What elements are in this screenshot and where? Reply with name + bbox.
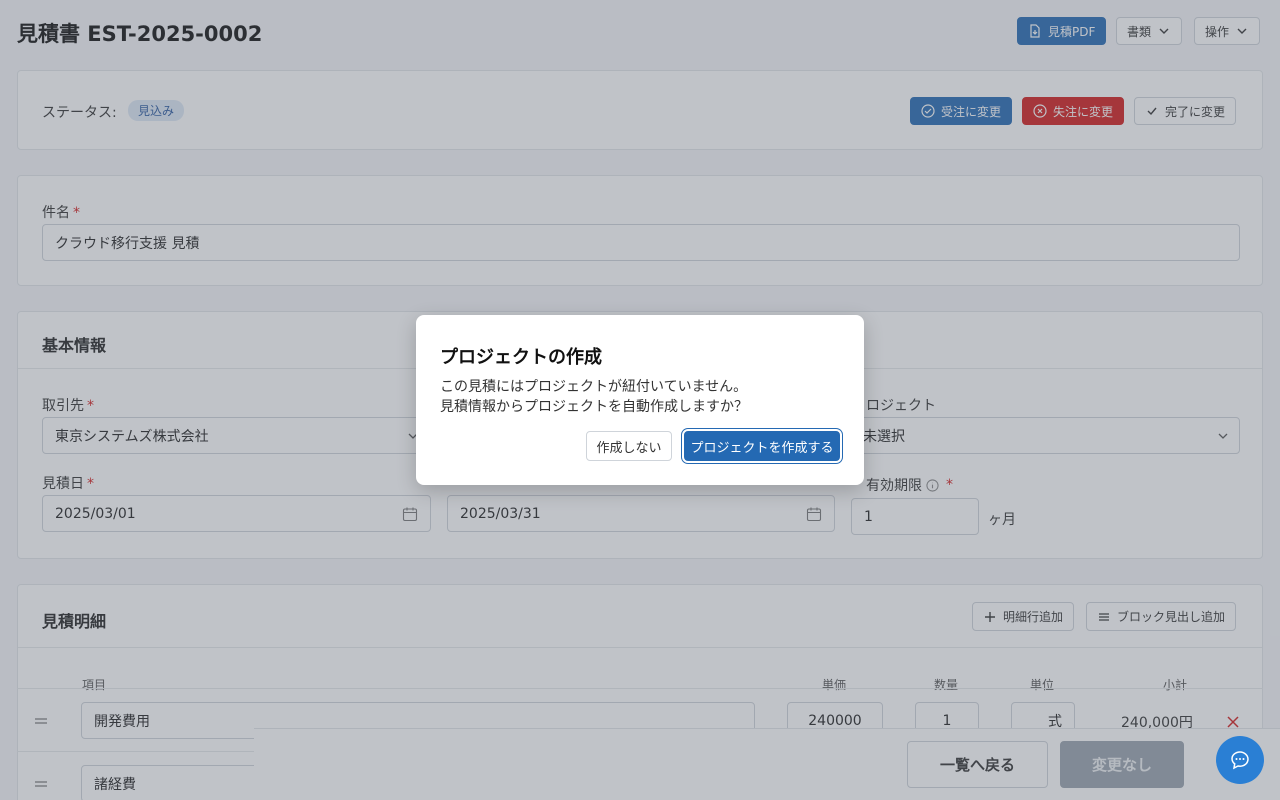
dialog-title: プロジェクトの作成 — [440, 347, 602, 368]
create-project-dialog: プロジェクトの作成 この見積にはプロジェクトが紐付いていません。 見積情報からプ… — [416, 315, 864, 485]
chat-bubble-icon — [1231, 751, 1249, 770]
dont-create-button[interactable]: 作成しない — [586, 431, 672, 461]
dialog-message-line-1: この見積にはプロジェクトが紐付いていません。 — [440, 379, 748, 395]
chat-button[interactable] — [1216, 736, 1264, 784]
create-project-button[interactable]: プロジェクトを作成する — [684, 431, 840, 461]
dialog-message-line-2: 見積情報からプロジェクトを自動作成しますか？ — [440, 399, 748, 415]
estimate-page: 見積書 EST-2025-0002 見積PDF 書類 操作 ステータス: 見込み… — [0, 0, 1280, 800]
